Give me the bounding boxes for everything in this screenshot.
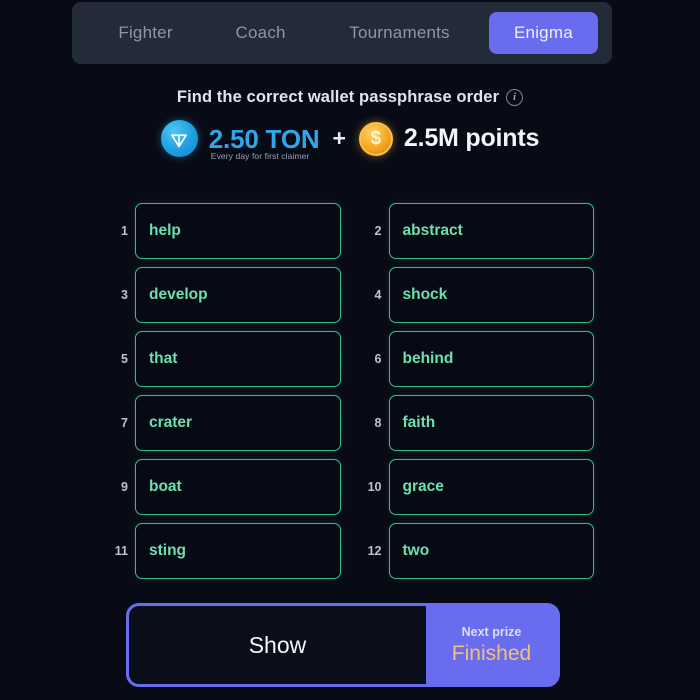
ton-diamond-icon xyxy=(160,120,198,157)
word-box[interactable]: develop xyxy=(135,267,341,323)
word-box[interactable]: crater xyxy=(135,395,341,451)
show-button[interactable]: Show xyxy=(129,606,426,684)
points-coin-icon: $ xyxy=(358,121,393,156)
points-amount: 2.5M points xyxy=(403,124,540,152)
word-index: 12 xyxy=(367,544,382,558)
main-tab-bar: Fighter Coach Tournaments Enigma xyxy=(72,2,612,64)
word-index: 2 xyxy=(374,224,382,238)
tab-enigma[interactable]: Enigma xyxy=(488,12,599,54)
word-index: 5 xyxy=(121,352,128,366)
word-cell: 4 shock xyxy=(360,267,594,323)
passphrase-grid: 1 help 2 abstract 3 develop 4 shock 5 th… xyxy=(106,203,594,579)
word-index: 3 xyxy=(121,288,128,302)
word-cell: 7 crater xyxy=(106,395,341,451)
word-box[interactable]: shock xyxy=(388,267,594,323)
word-cell: 11 sting xyxy=(106,523,341,579)
word-index: 7 xyxy=(121,416,128,430)
word-cell: 2 abstract xyxy=(360,203,594,259)
word-cell: 6 behind xyxy=(360,331,594,387)
tab-coach[interactable]: Coach xyxy=(205,13,316,53)
page-title-text: Find the correct wallet passphrase order xyxy=(176,88,500,106)
page-title: Find the correct wallet passphrase order… xyxy=(0,88,700,107)
plus-separator: + xyxy=(332,125,346,151)
tab-fighter[interactable]: Fighter xyxy=(86,13,205,53)
word-index: 6 xyxy=(374,352,382,366)
word-index: 8 xyxy=(374,416,382,430)
word-box[interactable]: grace xyxy=(388,459,594,515)
next-prize-status: Finished xyxy=(451,641,532,665)
next-prize-label: Next prize xyxy=(461,624,522,639)
word-index: 1 xyxy=(121,224,128,238)
tab-tournaments[interactable]: Tournaments xyxy=(316,13,483,53)
word-box[interactable]: that xyxy=(135,331,341,387)
info-icon[interactable]: i xyxy=(506,89,524,106)
enigma-screen: Fighter Coach Tournaments Enigma Find th… xyxy=(0,0,700,700)
word-index: 4 xyxy=(374,288,382,302)
word-cell: 8 faith xyxy=(360,395,594,451)
word-cell: 9 boat xyxy=(106,459,341,515)
ton-prize: 2.50 TON Every day for first claimer xyxy=(208,123,320,161)
word-cell: 10 grace xyxy=(360,459,594,515)
bottom-action-bar: Show Next prize Finished xyxy=(126,603,560,687)
ton-subtitle: Every day for first claimer xyxy=(210,150,310,161)
word-cell: 5 that xyxy=(106,331,341,387)
word-box[interactable]: behind xyxy=(388,331,594,387)
word-cell: 1 help xyxy=(106,203,341,259)
next-prize-panel[interactable]: Next prize Finished xyxy=(426,606,557,684)
ton-amount: 2.50 TON xyxy=(208,123,320,154)
word-index: 9 xyxy=(121,480,128,494)
word-box[interactable]: faith xyxy=(388,395,594,451)
word-index: 10 xyxy=(367,480,382,494)
word-cell: 3 develop xyxy=(106,267,341,323)
word-box[interactable]: help xyxy=(135,203,341,259)
word-cell: 12 two xyxy=(360,523,594,579)
word-box[interactable]: boat xyxy=(135,459,341,515)
word-box[interactable]: sting xyxy=(135,523,341,579)
word-index: 11 xyxy=(114,544,128,558)
prize-row: 2.50 TON Every day for first claimer + $… xyxy=(0,120,700,161)
word-box[interactable]: two xyxy=(388,523,594,579)
word-box[interactable]: abstract xyxy=(388,203,594,259)
